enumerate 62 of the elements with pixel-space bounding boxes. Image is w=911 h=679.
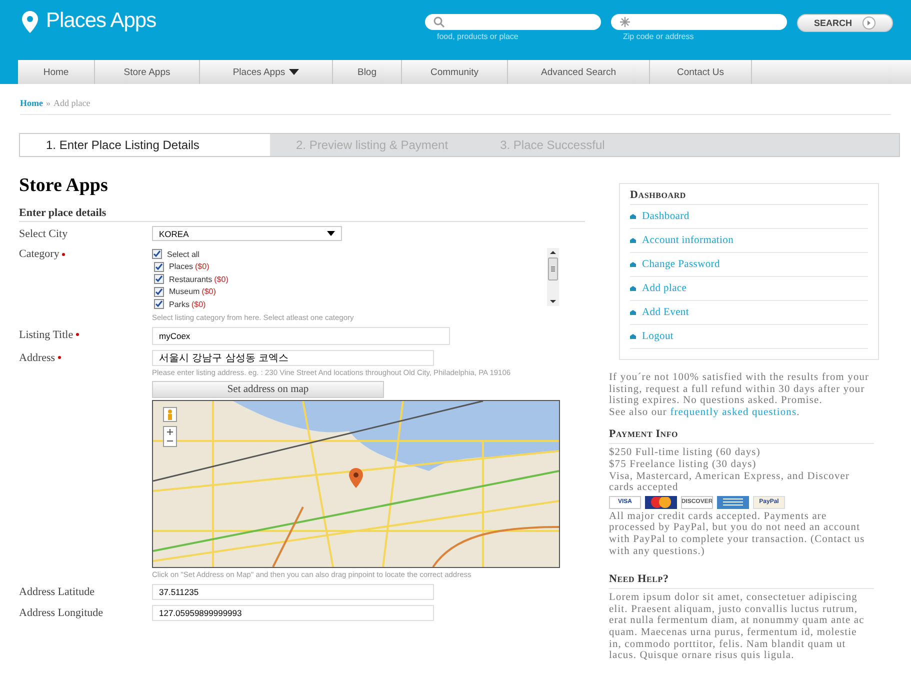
guarantee-text: If you´re not 100% satisfied with the results from your listing, request a full refund within 30 days after your listing expires. No questions asked. Promise.: [609, 372, 870, 407]
map-pin-icon: [348, 466, 364, 488]
step-tab[interactable]: 1. Enter Place Listing Details: [20, 134, 270, 156]
category-checkbox[interactable]: Places ($0): [152, 260, 228, 273]
search-field[interactable]: [611, 14, 787, 30]
field-hint: Zip code or address: [622, 32, 694, 41]
section-heading: Need Help?: [609, 573, 874, 590]
category-checkbox[interactable]: Restaurants ($0): [152, 273, 228, 286]
field-label: Select City: [19, 228, 68, 240]
bullet-icon: [630, 214, 636, 219]
field-label: Address Latitude: [19, 586, 94, 598]
bullet-icon: [630, 262, 636, 267]
search-button[interactable]: SEARCH: [797, 14, 893, 32]
nav-link[interactable]: Contact Us: [650, 60, 752, 84]
caret-icon: [289, 69, 300, 75]
breadcrumb-current: Add place: [54, 98, 90, 108]
nav-link[interactable]: Store Apps: [95, 60, 200, 84]
page-title: Store Apps: [19, 175, 109, 197]
location-icon: [619, 16, 631, 28]
map-controls-icon: [163, 406, 177, 446]
search-field[interactable]: [425, 14, 601, 30]
play-circle-icon: [862, 16, 876, 30]
price-text: Visa, Mastercard, American Express, and Discover cards accepted: [609, 470, 851, 494]
payment-note: All major credit cards accepted. Payments are processed by PayPal, but you do not need an account with PayPal to complete your transaction. (Contact us with any questions.): [609, 510, 866, 558]
field-label: Address Longitude: [19, 606, 104, 618]
panel-title: Dashboard: [630, 189, 868, 205]
bullet-icon: [630, 334, 636, 339]
category-checkbox[interactable]: Select all: [152, 248, 228, 260]
nav-link[interactable]: Home: [18, 60, 95, 84]
latitude-input[interactable]: 37.511235: [152, 584, 434, 600]
title-input[interactable]: myCoex: [152, 326, 450, 344]
address-input[interactable]: 서울시 강남구 삼성동 코엑스: [152, 350, 434, 366]
faq-text: See also our frequently asked questions.: [609, 406, 801, 418]
bullet-icon: [630, 238, 636, 243]
price-text: $75 Freelance listing (30 days): [609, 458, 758, 471]
field-label: Listing Title: [19, 328, 80, 340]
set-address-button[interactable]: Set address on map: [152, 380, 384, 398]
help-text: Lorem ipsum dolor sit amet, consectetuer adipiscing elit. Praesent aliquam, justo convallis luctus rutrum, erat nulla fermentum diam, at nonummy quam ante ac quam. Maecenas urna purus, fermentum id, molestie in, commodo porttitor, felis. Nam blandit quam ut lacus. Quisque ornare risus quis ligula.: [609, 592, 866, 662]
map-pin-icon: [20, 10, 40, 34]
bullet-icon: [630, 286, 636, 291]
nav-link[interactable]: Advanced Search: [508, 60, 650, 84]
category-checkbox[interactable]: Museum ($0): [152, 286, 228, 298]
nav-link[interactable]: Blog: [333, 60, 402, 84]
field-label: Category: [19, 248, 66, 260]
category-checkbox[interactable]: Parks ($0): [152, 298, 228, 310]
field-label: Address: [19, 352, 62, 364]
circles-icon: [648, 496, 674, 508]
search-icon: [433, 16, 445, 28]
section-heading: Payment Info: [609, 428, 874, 444]
scrollbar: [547, 248, 559, 306]
longitude-input[interactable]: 127.05959899999993: [152, 604, 434, 620]
section-heading: Enter place details: [19, 207, 585, 222]
caret-icon: [327, 231, 335, 236]
breadcrumb-link[interactable]: Home: [20, 98, 43, 108]
field-hint: food, products or place: [436, 32, 518, 41]
breadcrumb-separator: »: [46, 98, 50, 108]
price-text: $250 Full-time listing (60 days): [609, 447, 762, 459]
stripes-icon: [723, 496, 743, 508]
bullet-icon: [630, 310, 636, 315]
nav-link[interactable]: Community: [402, 60, 508, 84]
city-dropdown[interactable]: KOREA: [152, 226, 342, 241]
nav-link[interactable]: Places Apps: [200, 60, 333, 84]
